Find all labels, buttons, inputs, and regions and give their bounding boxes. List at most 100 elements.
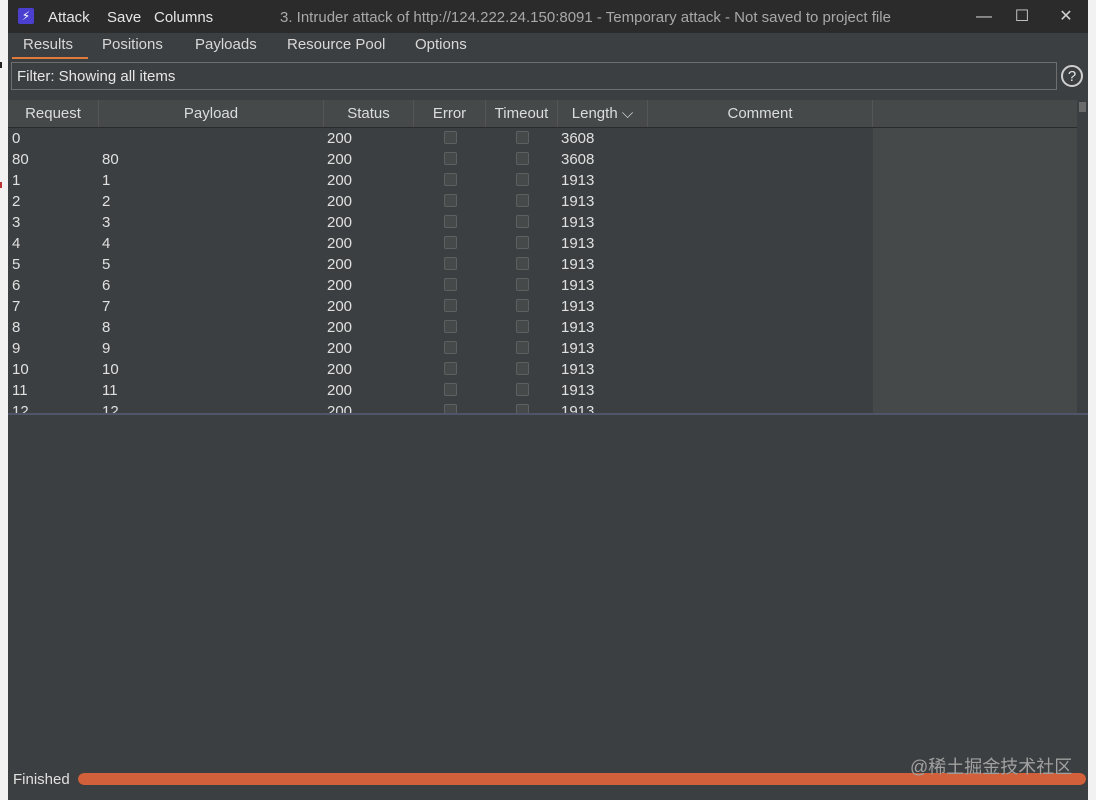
table-row[interactable]: 5 5 200 1913 (8, 254, 873, 275)
cell-status: 200 (327, 172, 353, 189)
table-row[interactable]: 0 200 3608 (8, 128, 873, 149)
cell-length: 1913 (561, 172, 595, 189)
timeout-checkbox (516, 404, 529, 413)
cell-request: 3 (12, 214, 21, 231)
intruder-window: ⚡ Attack Save Columns 3. Intruder attack… (8, 0, 1088, 800)
window-title: 3. Intruder attack of http://124.222.24.… (280, 9, 891, 26)
col-request[interactable]: Request (8, 100, 99, 127)
table-body: 0 200 3608 80 80 200 3608 1 1 200 1913 2 2 200 1913 3 3 2… (8, 128, 1077, 413)
filter-bar[interactable]: Filter: Showing all items (11, 62, 1057, 90)
tab-bar: Results Positions Payloads Resource Pool… (8, 33, 1088, 60)
cell-payload: 5 (102, 256, 111, 273)
table-row[interactable]: 1 1 200 1913 (8, 170, 873, 191)
cell-status: 200 (327, 151, 353, 168)
cell-length: 1913 (561, 361, 595, 378)
col-timeout[interactable]: Timeout (486, 100, 558, 127)
watermark: @稀土掘金技术社区 (910, 757, 1073, 777)
scrollbar-thumb[interactable] (1079, 102, 1086, 112)
cell-length: 1913 (561, 298, 595, 315)
cell-request: 10 (12, 361, 29, 378)
tab-payloads[interactable]: Payloads (195, 36, 257, 53)
cell-payload: 11 (102, 382, 118, 399)
cell-status: 200 (327, 193, 353, 210)
filter-label: Filter: Showing all items (17, 68, 176, 85)
cell-status: 200 (327, 130, 353, 147)
timeout-checkbox (516, 299, 529, 312)
tab-resource-pool[interactable]: Resource Pool (287, 36, 385, 53)
cell-payload: 9 (102, 340, 111, 357)
cell-request: 9 (12, 340, 21, 357)
table-row[interactable]: 2 2 200 1913 (8, 191, 873, 212)
cell-status: 200 (327, 235, 353, 252)
vertical-scrollbar[interactable] (1077, 100, 1088, 413)
table-row[interactable]: 10 10 200 1913 (8, 359, 873, 380)
help-icon[interactable]: ? (1061, 65, 1083, 87)
cell-payload: 8 (102, 319, 111, 336)
cell-payload: 12 (102, 403, 119, 413)
cell-payload: 3 (102, 214, 111, 231)
cell-length: 1913 (561, 277, 595, 294)
cell-length: 3608 (561, 130, 595, 147)
error-checkbox (444, 341, 457, 354)
cell-payload: 7 (102, 298, 111, 315)
cell-status: 200 (327, 361, 353, 378)
col-length[interactable]: Length ⌵ (558, 100, 648, 127)
tab-positions[interactable]: Positions (102, 36, 163, 53)
maximize-icon[interactable]: ☐ (1010, 6, 1034, 28)
cell-length: 1913 (561, 319, 595, 336)
cell-request: 0 (12, 130, 21, 147)
cell-request: 4 (12, 235, 21, 252)
cell-request: 12 (12, 403, 29, 413)
table-row[interactable]: 6 6 200 1913 (8, 275, 873, 296)
cell-status: 200 (327, 340, 353, 357)
tab-results[interactable]: Results (23, 36, 73, 53)
active-tab-indicator (12, 57, 88, 59)
cell-status: 200 (327, 214, 353, 231)
table-row[interactable]: 12 12 200 1913 (8, 401, 873, 413)
table-row[interactable]: 9 9 200 1913 (8, 338, 873, 359)
table-row[interactable]: 7 7 200 1913 (8, 296, 873, 317)
col-payload[interactable]: Payload (99, 100, 324, 127)
timeout-checkbox (516, 236, 529, 249)
minimize-icon[interactable]: — (972, 6, 996, 28)
table-row[interactable]: 11 11 200 1913 (8, 380, 873, 401)
col-error[interactable]: Error (414, 100, 486, 127)
menu-attack[interactable]: Attack (48, 9, 90, 26)
col-status[interactable]: Status (324, 100, 414, 127)
error-checkbox (444, 236, 457, 249)
table-header: Request Payload Status Error Timeout Len… (8, 100, 1077, 128)
error-checkbox (444, 404, 457, 413)
error-checkbox (444, 383, 457, 396)
table-row[interactable]: 3 3 200 1913 (8, 212, 873, 233)
menu-columns[interactable]: Columns (154, 9, 213, 26)
cell-length: 1913 (561, 340, 595, 357)
cell-payload: 80 (102, 151, 119, 168)
close-icon[interactable]: ✕ (1054, 6, 1078, 28)
error-checkbox (444, 278, 457, 291)
timeout-checkbox (516, 131, 529, 144)
cell-request: 6 (12, 277, 21, 294)
cell-request: 11 (12, 382, 28, 399)
cell-payload: 4 (102, 235, 111, 252)
error-checkbox (444, 320, 457, 333)
cell-request: 8 (12, 319, 21, 336)
table-row[interactable]: 4 4 200 1913 (8, 233, 873, 254)
table-row[interactable]: 8 8 200 1913 (8, 317, 873, 338)
cell-length: 1913 (561, 214, 595, 231)
error-checkbox (444, 215, 457, 228)
error-checkbox (444, 299, 457, 312)
col-comment[interactable]: Comment (648, 100, 873, 127)
error-checkbox (444, 173, 457, 186)
error-checkbox (444, 131, 457, 144)
error-checkbox (444, 362, 457, 375)
timeout-checkbox (516, 278, 529, 291)
cell-request: 1 (12, 172, 21, 189)
lightning-icon: ⚡ (18, 8, 34, 24)
tab-options[interactable]: Options (415, 36, 467, 53)
results-table: Request Payload Status Error Timeout Len… (8, 100, 1088, 413)
cell-request: 7 (12, 298, 21, 315)
table-row[interactable]: 80 80 200 3608 (8, 149, 873, 170)
menu-save[interactable]: Save (107, 9, 141, 26)
title-bar: ⚡ Attack Save Columns 3. Intruder attack… (8, 0, 1088, 33)
edge-mark (0, 62, 2, 68)
